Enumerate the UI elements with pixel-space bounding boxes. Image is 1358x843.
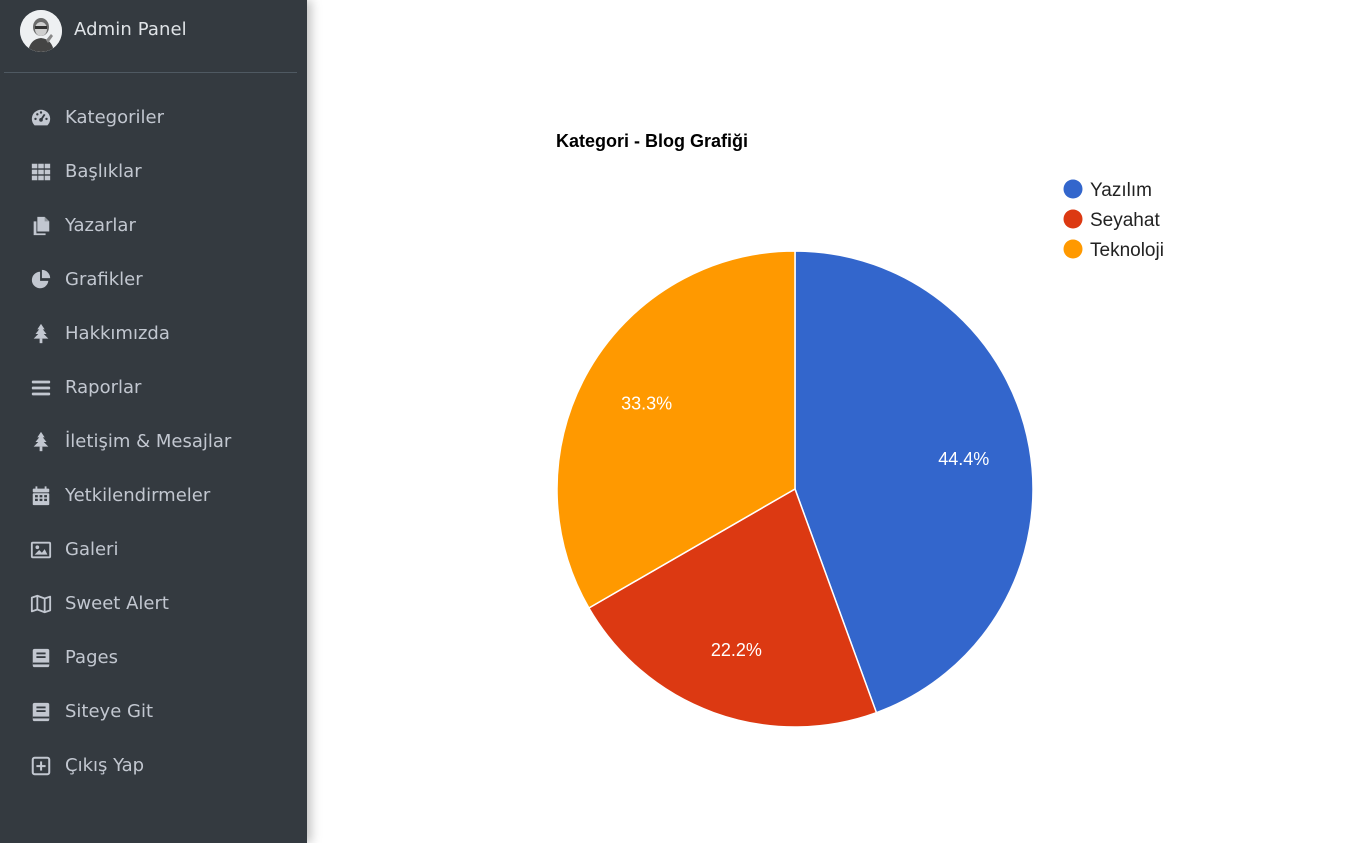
- pie-chart: Kategori - Blog Grafiği 44.4%22.2%33.3% …: [556, 131, 1164, 728]
- sidebar-item-galeri[interactable]: Galeri: [0, 523, 307, 577]
- legend-marker-teknoloji: [1063, 239, 1083, 259]
- sidebar-item-yetkilendirmeler[interactable]: Yetkilendirmeler: [0, 469, 307, 523]
- copy-icon: [30, 215, 52, 237]
- bars-icon: [30, 377, 52, 399]
- brand-title: Admin Panel: [74, 19, 187, 40]
- sidebar-item-cikis-yap[interactable]: Çıkış Yap: [0, 739, 307, 793]
- book-icon: [30, 647, 52, 669]
- plus-square-icon: [30, 755, 52, 777]
- tachometer-icon: [30, 107, 52, 129]
- sidebar-item-label: Galeri: [65, 539, 119, 560]
- main-content: Kategori - Blog Grafiği 44.4% 22.2% 33.3% …: [307, 0, 1358, 843]
- sidebar-item-hakkimizda[interactable]: Hakkımızda: [0, 307, 307, 361]
- legend-marker-seyahat: [1063, 209, 1083, 229]
- sidebar-item-label: Yazarlar: [65, 215, 136, 236]
- sidebar-item-label: Raporlar: [65, 377, 142, 398]
- legend-marker-yazilim: [1063, 179, 1083, 199]
- slice-label-teknoloji: 33.3%: [621, 393, 672, 413]
- tree-icon: [30, 431, 52, 453]
- chart-title: Kategori - Blog Grafiği: [556, 131, 748, 151]
- tree-icon: [30, 323, 52, 345]
- sidebar-item-label: Başlıklar: [65, 161, 142, 182]
- sidebar-item-label: Çıkış Yap: [65, 755, 145, 776]
- legend-label-teknoloji[interactable]: Teknoloji: [1090, 240, 1164, 261]
- sidebar-item-grafikler[interactable]: Grafikler: [0, 253, 307, 307]
- sidebar-item-label: Siteye Git: [65, 701, 154, 722]
- brand[interactable]: Admin Panel: [4, 0, 297, 73]
- sidebar-item-kategoriler[interactable]: Kategoriler: [0, 91, 307, 145]
- sidebar-item-label: İletişim & Mesajlar: [65, 431, 232, 452]
- sidebar-item-label: Grafikler: [65, 269, 143, 290]
- legend-label-yazilim[interactable]: Yazılım: [1090, 180, 1152, 201]
- calendar-icon: [30, 485, 52, 507]
- sidebar-item-iletisim-mesajlar[interactable]: İletişim & Mesajlar: [0, 415, 307, 469]
- grid-icon: [30, 161, 52, 183]
- sidebar-item-label: Pages: [65, 647, 118, 668]
- sidebar-item-label: Hakkımızda: [65, 323, 170, 344]
- sidebar-nav: Kategoriler Başlıklar Yazarlar Grafikler…: [0, 91, 307, 793]
- sidebar-item-label: Yetkilendirmeler: [65, 485, 211, 506]
- sidebar-item-label: Sweet Alert: [65, 593, 169, 614]
- map-icon: [30, 593, 52, 615]
- sidebar-item-siteye-git[interactable]: Siteye Git: [0, 685, 307, 739]
- slice-label-seyahat: 22.2%: [711, 640, 762, 660]
- image-icon: [30, 539, 52, 561]
- sidebar-item-basliklar[interactable]: Başlıklar: [0, 145, 307, 199]
- book-icon: [30, 701, 52, 723]
- sidebar-item-raporlar[interactable]: Raporlar: [0, 361, 307, 415]
- sidebar: Admin Panel Kategoriler Başlıklar Yazarl…: [0, 0, 307, 843]
- legend-label-seyahat[interactable]: Seyahat: [1090, 210, 1160, 231]
- sidebar-item-pages[interactable]: Pages: [0, 631, 307, 685]
- sidebar-item-yazarlar[interactable]: Yazarlar: [0, 199, 307, 253]
- pie-chart-icon: [30, 269, 52, 291]
- sidebar-item-label: Kategoriler: [65, 107, 164, 128]
- sidebar-item-sweet-alert[interactable]: Sweet Alert: [0, 577, 307, 631]
- avatar: [20, 10, 62, 52]
- slice-label-yazilim: 44.4%: [938, 449, 989, 469]
